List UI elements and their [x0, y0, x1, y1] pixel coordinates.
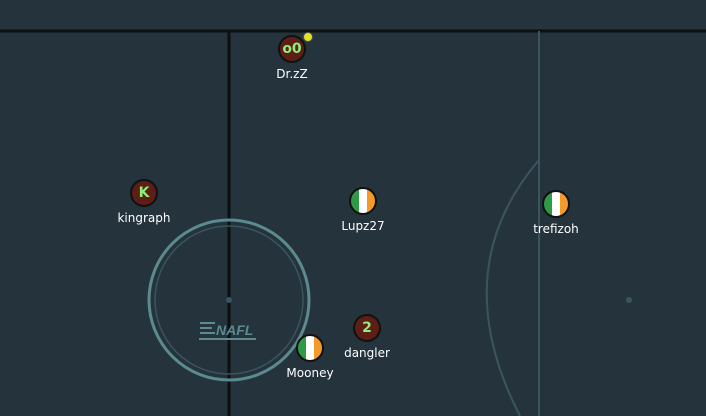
player-name: trefizoh — [533, 222, 579, 236]
player-name: Mooney — [286, 366, 334, 380]
player: Mooney — [250, 334, 370, 380]
player-avatar — [349, 187, 377, 215]
player: o0 Dr.zZ — [232, 32, 352, 81]
player-avatar-text: o0 — [282, 41, 302, 57]
status-badge — [303, 32, 313, 42]
penalty-spot — [626, 297, 632, 303]
kickoff-dot — [226, 297, 232, 303]
player-avatar: K — [130, 179, 158, 207]
player: Kkingraph — [84, 179, 204, 225]
player-avatar-text: 2 — [362, 320, 372, 336]
league-logo-text: NAFL — [216, 322, 253, 338]
player-avatar: o0 — [278, 35, 306, 63]
player-name: kingraph — [117, 211, 171, 225]
player: trefizoh — [496, 190, 616, 236]
player-avatar — [542, 190, 570, 218]
player-avatar-text: K — [138, 185, 150, 201]
player-name: Dr.zZ — [276, 67, 308, 81]
player: Lupz27 — [303, 187, 423, 233]
player-name: Lupz27 — [341, 219, 385, 233]
player-avatar — [296, 334, 324, 362]
